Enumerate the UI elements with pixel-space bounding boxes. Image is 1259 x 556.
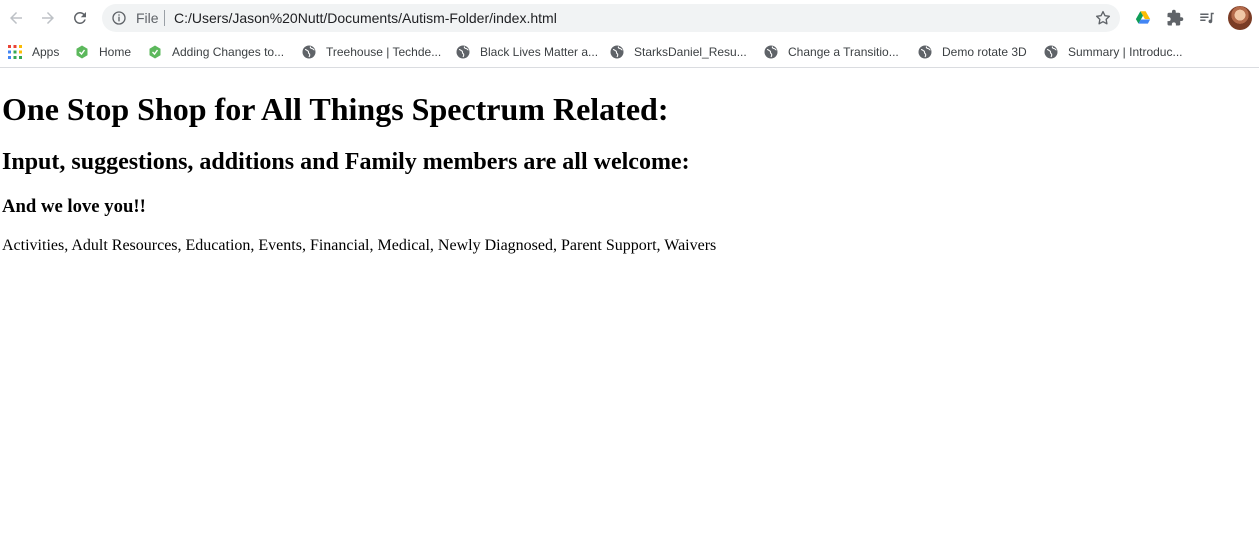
bookmark-home[interactable]: Home xyxy=(75,41,131,63)
bookmark-label: Home xyxy=(99,45,132,59)
bookmarks-bar: Apps Home Adding Changes to... Treehouse… xyxy=(0,36,1259,68)
globe-icon xyxy=(456,45,470,59)
bookmark-label: StarksDaniel_Resu... xyxy=(634,45,747,59)
info-icon[interactable] xyxy=(111,10,127,26)
bookmark-apps[interactable]: Apps xyxy=(8,41,59,63)
bookmark-label: Black Lives Matter a... xyxy=(480,45,599,59)
bookmark-summary[interactable]: Summary | Introduc... xyxy=(1044,41,1183,63)
apps-grid-icon xyxy=(8,45,22,59)
forward-arrow-icon xyxy=(42,12,54,24)
globe-icon xyxy=(764,45,778,59)
green-leaf-icon xyxy=(76,45,88,59)
bookmark-black-lives-matter[interactable]: Black Lives Matter a... xyxy=(456,41,598,63)
globe-icon xyxy=(1044,45,1058,59)
profile-avatar[interactable] xyxy=(1228,6,1252,30)
bookmark-label: Treehouse | Techde... xyxy=(326,45,442,59)
bookmark-adding-changes[interactable]: Adding Changes to... xyxy=(148,41,284,63)
globe-icon xyxy=(610,45,624,59)
globe-icon xyxy=(302,45,316,59)
bookmark-label: Adding Changes to... xyxy=(172,45,285,59)
page-tagline: And we love you!! xyxy=(2,196,146,217)
bookmark-label: Summary | Introduc... xyxy=(1068,45,1183,59)
page-subtitle: Input, suggestions, additions and Family… xyxy=(2,149,690,175)
back-button[interactable] xyxy=(4,6,28,30)
green-leaf-icon xyxy=(149,45,161,59)
reading-list-icon[interactable] xyxy=(1197,8,1217,28)
url-text[interactable]: C:/Users/Jason%20Nutt/Documents/Autism-F… xyxy=(174,10,557,26)
bookmark-demo-rotate-3d[interactable]: Demo rotate 3D xyxy=(918,41,1027,63)
bookmark-star-icon[interactable] xyxy=(1094,9,1112,27)
categories-list: Activities, Adult Resources, Education, … xyxy=(2,237,717,254)
bookmark-change-transition[interactable]: Change a Transitio... xyxy=(764,41,899,63)
extensions-puzzle-icon[interactable] xyxy=(1165,8,1185,28)
omnibox-divider xyxy=(164,10,165,26)
browser-toolbar: File C:/Users/Jason%20Nutt/Documents/Aut… xyxy=(0,0,1259,36)
back-arrow-icon xyxy=(10,12,22,24)
reload-icon xyxy=(73,11,86,24)
scheme-label: File xyxy=(136,10,159,26)
globe-icon xyxy=(918,45,932,59)
bookmark-label: Apps xyxy=(32,45,60,59)
page-title: One Stop Shop for All Things Spectrum Re… xyxy=(2,91,669,127)
bookmark-label: Change a Transitio... xyxy=(788,45,899,59)
bookmark-treehouse[interactable]: Treehouse | Techde... xyxy=(302,41,441,63)
bookmark-label: Demo rotate 3D xyxy=(942,45,1027,59)
address-bar[interactable]: File C:/Users/Jason%20Nutt/Documents/Aut… xyxy=(102,4,1120,32)
reload-button[interactable] xyxy=(68,6,92,30)
google-drive-extension-icon[interactable] xyxy=(1133,8,1153,28)
forward-button[interactable] xyxy=(36,6,60,30)
bookmark-starks-resume[interactable]: StarksDaniel_Resu... xyxy=(610,41,747,63)
